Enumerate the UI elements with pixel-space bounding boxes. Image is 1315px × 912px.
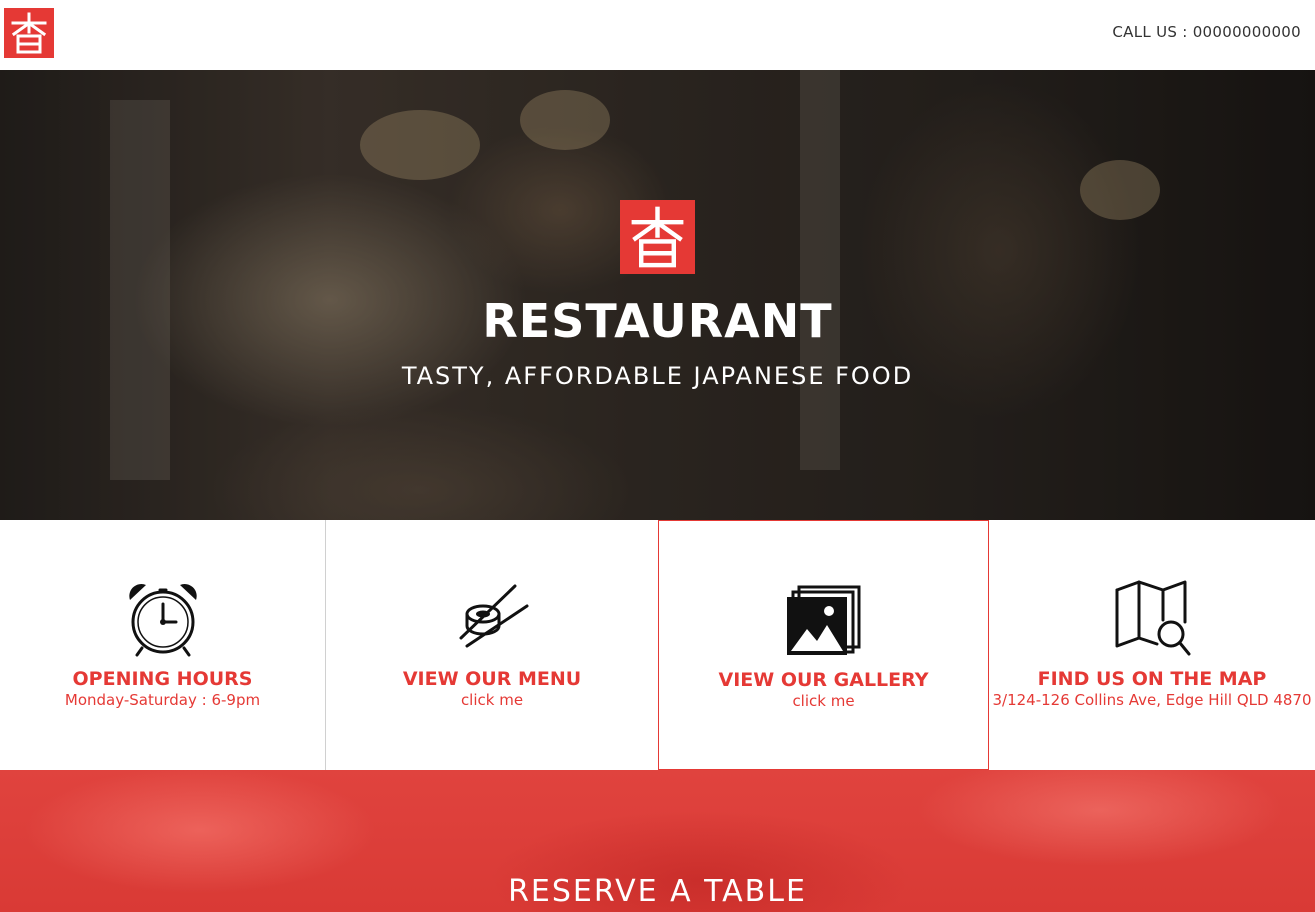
- feature-find-map[interactable]: FIND US ON THE MAP 3/124-126 Collins Ave…: [989, 520, 1315, 770]
- hero-logo: [620, 200, 695, 274]
- site-logo[interactable]: [4, 8, 54, 58]
- feature-title: OPENING HOURS: [72, 668, 253, 690]
- feature-title: VIEW OUR GALLERY: [718, 669, 929, 691]
- restaurant-kanji-logo-icon: [11, 12, 47, 54]
- features-row: OPENING HOURS Monday-Saturday : 6-9pm VI…: [0, 520, 1315, 770]
- sushi-chopsticks-icon: [453, 580, 531, 658]
- feature-title: FIND US ON THE MAP: [1037, 668, 1267, 690]
- feature-opening-hours[interactable]: OPENING HOURS Monday-Saturday : 6-9pm: [0, 520, 326, 770]
- map-search-icon: [1113, 580, 1191, 658]
- alarm-clock-icon: [124, 580, 202, 658]
- feature-view-menu[interactable]: VIEW OUR MENU click me: [326, 520, 658, 770]
- feature-title: VIEW OUR MENU: [402, 668, 582, 690]
- feature-subtitle: Monday-Saturday : 6-9pm: [64, 691, 261, 709]
- photo-gallery-icon: [785, 581, 863, 659]
- hero-subtitle: TASTY, AFFORDABLE JAPANESE FOOD: [401, 362, 914, 390]
- call-us-phone[interactable]: CALL US : 00000000000: [1112, 23, 1301, 41]
- site-header: CALL US : 00000000000: [0, 0, 1315, 70]
- feature-link[interactable]: click me: [659, 692, 988, 710]
- hero-banner: RESTAURANT TASTY, AFFORDABLE JAPANESE FO…: [0, 70, 1315, 520]
- reserve-title: RESERVE A TABLE: [508, 874, 807, 909]
- restaurant-kanji-logo-icon: [631, 206, 684, 268]
- hero-title: RESTAURANT: [482, 294, 833, 348]
- feature-address: 3/124-126 Collins Ave, Edge Hill QLD 487…: [992, 691, 1312, 709]
- feature-view-gallery[interactable]: VIEW OUR GALLERY click me: [658, 520, 989, 770]
- feature-link[interactable]: click me: [326, 691, 658, 709]
- reserve-section: RESERVE A TABLE: [0, 770, 1315, 912]
